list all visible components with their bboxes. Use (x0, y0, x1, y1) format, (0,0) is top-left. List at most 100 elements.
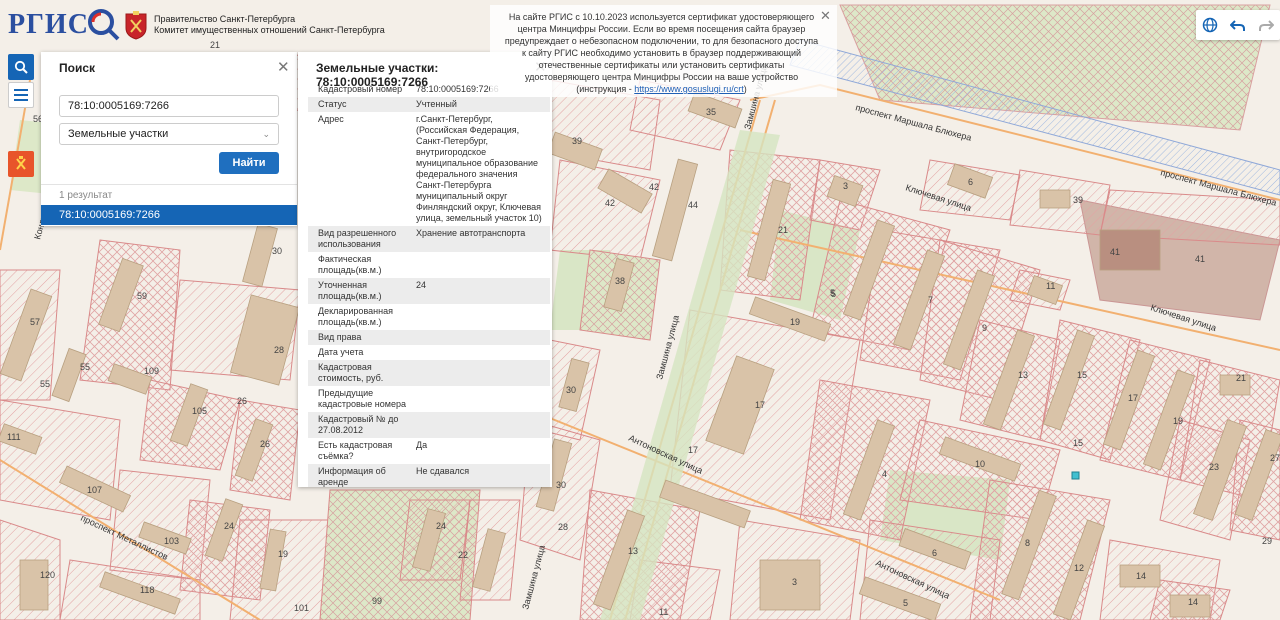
parcel-number-label: 107 (87, 485, 102, 495)
attribute-row: Кадастровая стоимость, руб. (308, 360, 550, 386)
attribute-value: Не сдавался (416, 466, 470, 476)
parcel-number-label: 11 (659, 607, 668, 617)
result-item[interactable]: 78:10:0005169:7266 (41, 205, 297, 225)
parcel-number-label: 26 (237, 396, 247, 406)
attribute-key: Уточненная площадь(кв.м.) (318, 280, 382, 301)
layer-select[interactable]: Земельные участки ⌄ (59, 123, 279, 145)
attribute-row: Кадастровый № до 27.08.2012 (308, 412, 550, 438)
parcel-number-label: 19 (1173, 416, 1183, 426)
parcel-number-label: 19 (278, 549, 288, 559)
parcel-number-label: 17 (1128, 393, 1138, 403)
attribute-key: Адрес (318, 114, 344, 124)
parcel-number-label: 22 (458, 550, 468, 560)
parcel-number-label: 28 (274, 345, 284, 355)
parcel-number-label: 24 (436, 521, 446, 531)
attribute-row: Вид разрешенного использования Хранение а… (308, 226, 550, 252)
parcel-number-label: 14 (1188, 597, 1198, 607)
search-panel-title: Поиск (59, 61, 96, 75)
attribute-row: Есть кадастровая съёмка? Да (308, 438, 550, 464)
parcel-number-label: 10 (975, 459, 985, 469)
divider (41, 184, 297, 185)
attribute-value: Учтенный (416, 99, 457, 109)
parcel-number-label: 3 (792, 577, 797, 587)
map-toolbar (1196, 10, 1280, 40)
parcel-number-label: 30 (272, 246, 282, 256)
parcel-number-label: 55 (80, 362, 90, 372)
parcel-number-label: 13 (1018, 370, 1028, 380)
attribute-row: Предыдущие кадастровые номера (308, 386, 550, 412)
attribute-value: г.Санкт-Петербург, (Российская Федерация… (416, 114, 542, 223)
attribute-row: Фактическая площадь(кв.м.) (308, 252, 550, 278)
parcel-number-label: 57 (30, 317, 40, 327)
parcel-number-label: 55 (40, 379, 50, 389)
parcel-number-label: 105 (192, 406, 207, 416)
parcel-number-label: 29 (1262, 536, 1272, 546)
parcel-number-label: 21 (1236, 373, 1246, 383)
logo-magnifier-icon (87, 9, 120, 41)
parcel-number-label: 6 (968, 177, 973, 187)
gov-line-2: Комитет имущественных отношений Санкт-Пе… (154, 25, 385, 35)
parcel-number-label: 111 (7, 432, 21, 442)
globe-icon[interactable] (1202, 17, 1218, 33)
attribute-key: Декларированная площадь(кв.м.) (318, 306, 393, 327)
attribute-table: Кадастровый номер 78:10:0005169:7266 Стату… (308, 82, 550, 487)
attribute-value (416, 306, 548, 328)
parcel-number-label: 5 (903, 598, 908, 608)
parcel-number-label: 15 (1073, 438, 1083, 448)
search-input[interactable]: 78:10:0005169:7266 (59, 95, 279, 117)
parcel-number-label: 41 (1195, 254, 1205, 264)
close-icon[interactable]: ✕ (277, 60, 290, 75)
parcel-number-label: 15 (1077, 370, 1087, 380)
parcel-number-label: 11 (1046, 281, 1055, 291)
parcel-number-label: 120 (40, 570, 55, 580)
result-count: 1 результат (59, 190, 113, 201)
attribute-value (416, 332, 548, 343)
notice-tail: ) (743, 84, 747, 94)
parcel-number-label: 103 (164, 536, 179, 546)
parcel-number-label: 39 (572, 136, 582, 146)
parcel-number-label: 27 (1270, 453, 1280, 463)
attribute-value: 24 (416, 280, 427, 290)
attribute-value (416, 362, 548, 384)
rgis-logo[interactable]: РГИС (8, 6, 121, 44)
attribute-row: Адрес г.Санкт-Петербург, (Российская Феде… (308, 112, 550, 226)
gov-line-1: Правительство Санкт-Петербурга (154, 14, 296, 24)
parcel-number-label: 42 (605, 198, 615, 208)
parcel-number-label: 9 (982, 323, 987, 333)
parcel-number-label: 17 (688, 445, 698, 455)
menu-icon (14, 89, 28, 101)
attribute-value (416, 347, 548, 358)
close-icon[interactable]: ✕ (820, 8, 831, 23)
parcel-number-label: 39 (1073, 195, 1083, 205)
notice-link[interactable]: https://www.gosuslugi.ru/crt (634, 84, 744, 94)
attribute-row: Информация об аренде Не сдавался (308, 464, 550, 487)
parcel-number-label: 101 (294, 603, 309, 613)
attribute-value (416, 254, 548, 276)
redo-icon[interactable] (1258, 17, 1274, 33)
menu-button[interactable] (8, 82, 34, 108)
attribute-key: Статус (318, 99, 347, 109)
parcel-marker[interactable] (1071, 471, 1080, 480)
attribute-key: Есть кадастровая съёмка? (318, 440, 393, 461)
parcel-number-label: 19 (790, 317, 800, 327)
undo-icon[interactable] (1230, 17, 1246, 33)
parcel-number-label: 12 (1074, 563, 1084, 573)
search-tool-button[interactable] (8, 54, 34, 80)
parcel-number-label: 30 (556, 480, 566, 490)
layer-select-value: Земельные участки (68, 128, 169, 140)
parcel-number-label: 3 (843, 181, 848, 191)
attribute-row: Вид права (308, 330, 550, 345)
parcel-number-label: 4 (882, 469, 887, 479)
parcel-number-label: 6 (932, 548, 937, 558)
find-button[interactable]: Найти (219, 152, 279, 174)
parcel-number-label: 26 (260, 439, 270, 449)
parcel-number-label: 23 (1209, 462, 1219, 472)
spb-layer-button[interactable] (8, 151, 34, 177)
parcel-number-label: 30 (566, 385, 576, 395)
attribute-key: Фактическая площадь(кв.м.) (318, 254, 382, 275)
parcel-number-label: 5 (831, 289, 836, 299)
parcel-number-label: 28 (558, 522, 568, 532)
parcel-number-label: 8 (1025, 538, 1030, 548)
attribute-value: Да (416, 440, 428, 450)
search-panel: Поиск ✕ 78:10:0005169:7266 Земельные уча… (41, 52, 297, 226)
